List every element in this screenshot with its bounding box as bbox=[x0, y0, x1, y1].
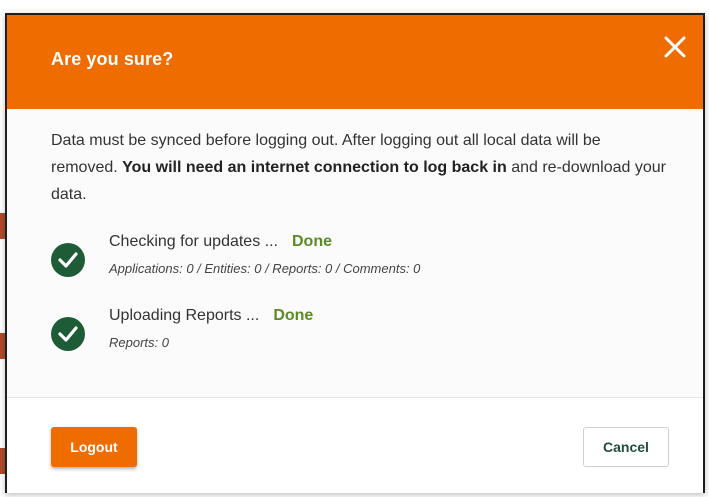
logout-message: Data must be synced before logging out. … bbox=[51, 127, 671, 208]
check-circle-icon bbox=[51, 317, 85, 351]
status-done: Done bbox=[273, 307, 314, 324]
status-detail: Applications: 0 / Entities: 0 / Reports:… bbox=[109, 261, 421, 276]
status-done: Done bbox=[291, 233, 332, 250]
message-emphasis: You will need an internet connection to … bbox=[122, 159, 507, 176]
status-title: Checking for updates ... Done bbox=[109, 233, 332, 251]
status-label: Checking for updates ... bbox=[109, 233, 278, 250]
cancel-button[interactable]: Cancel bbox=[583, 427, 669, 467]
dialog-header: Are you sure? bbox=[7, 15, 703, 109]
status-title: Uploading Reports ... Done bbox=[109, 307, 313, 325]
dialog-body: Data must be synced before logging out. … bbox=[7, 109, 703, 398]
dialog-footer: Logout Cancel bbox=[7, 398, 703, 493]
close-icon[interactable] bbox=[661, 33, 689, 61]
status-detail: Reports: 0 bbox=[109, 335, 169, 350]
logout-confirm-dialog: Are you sure? Data must be synced before… bbox=[5, 13, 705, 493]
check-circle-icon bbox=[51, 243, 85, 277]
dialog-title: Are you sure? bbox=[51, 49, 174, 69]
status-label: Uploading Reports ... bbox=[109, 307, 260, 324]
logout-button[interactable]: Logout bbox=[51, 427, 137, 467]
